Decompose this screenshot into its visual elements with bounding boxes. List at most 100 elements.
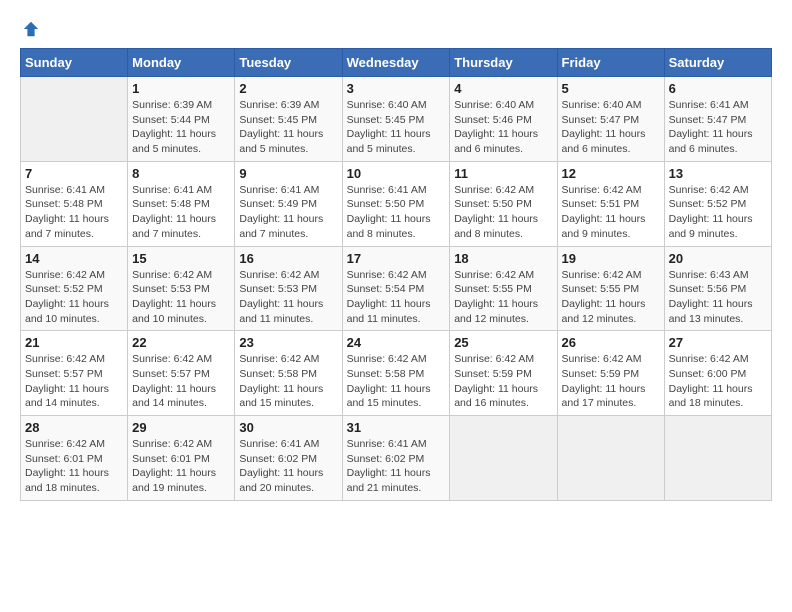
day-number: 9 <box>239 166 337 181</box>
day-info: Sunrise: 6:42 AMSunset: 5:59 PMDaylight:… <box>454 352 552 411</box>
calendar-cell: 29Sunrise: 6:42 AMSunset: 6:01 PMDayligh… <box>128 416 235 501</box>
calendar-cell: 30 Sunrise: 6:41 AMSunset: 6:02 PMDayligh… <box>235 416 342 501</box>
day-number: 4 <box>454 81 552 96</box>
calendar-cell: 14 Sunrise: 6:42 AMSunset: 5:52 PMDayligh… <box>21 246 128 331</box>
day-header-sunday: Sunday <box>21 49 128 77</box>
calendar-cell: 4 Sunrise: 6:40 AMSunset: 5:46 PMDaylight… <box>450 77 557 162</box>
calendar-cell: 23 Sunrise: 6:42 AMSunset: 5:58 PMDayligh… <box>235 331 342 416</box>
day-number: 20 <box>669 251 767 266</box>
day-info: Sunrise: 6:41 AMSunset: 5:50 PMDaylight:… <box>347 183 446 242</box>
day-info: Sunrise: 6:42 AMSunset: 6:01 PMDaylight:… <box>25 437 123 496</box>
logo-icon <box>22 20 40 38</box>
calendar-cell: 22Sunrise: 6:42 AMSunset: 5:57 PMDayligh… <box>128 331 235 416</box>
day-number: 17 <box>347 251 446 266</box>
day-header-friday: Friday <box>557 49 664 77</box>
day-number: 18 <box>454 251 552 266</box>
calendar-table: SundayMondayTuesdayWednesdayThursdayFrid… <box>20 48 772 501</box>
day-info: Sunrise: 6:42 AMSunset: 5:58 PMDaylight:… <box>239 352 337 411</box>
day-info: Sunrise: 6:41 AMSunset: 6:02 PMDaylight:… <box>239 437 337 496</box>
calendar-cell: 11 Sunrise: 6:42 AMSunset: 5:50 PMDayligh… <box>450 161 557 246</box>
calendar-cell: 17 Sunrise: 6:42 AMSunset: 5:54 PMDayligh… <box>342 246 450 331</box>
day-info: Sunrise: 6:40 AMSunset: 5:46 PMDaylight:… <box>454 98 552 157</box>
calendar-cell: 1 Sunrise: 6:39 AMSunset: 5:44 PMDaylight… <box>128 77 235 162</box>
day-info: Sunrise: 6:41 AMSunset: 5:48 PMDaylight:… <box>132 183 230 242</box>
day-number: 1 <box>132 81 230 96</box>
day-number: 6 <box>669 81 767 96</box>
day-info: Sunrise: 6:39 AMSunset: 5:44 PMDaylight:… <box>132 98 230 157</box>
day-info: Sunrise: 6:41 AMSunset: 5:48 PMDaylight:… <box>25 183 123 242</box>
calendar-cell: 10 Sunrise: 6:41 AMSunset: 5:50 PMDayligh… <box>342 161 450 246</box>
day-number: 15 <box>132 251 230 266</box>
day-info: Sunrise: 6:42 AMSunset: 5:51 PMDaylight:… <box>562 183 660 242</box>
day-info: Sunrise: 6:41 AMSunset: 6:02 PMDaylight:… <box>347 437 446 496</box>
logo <box>20 20 40 38</box>
calendar-cell: 9Sunrise: 6:41 AMSunset: 5:49 PMDaylight… <box>235 161 342 246</box>
day-header-saturday: Saturday <box>664 49 771 77</box>
calendar-cell <box>450 416 557 501</box>
calendar-week-row: 7 Sunrise: 6:41 AMSunset: 5:48 PMDaylight… <box>21 161 772 246</box>
day-header-tuesday: Tuesday <box>235 49 342 77</box>
day-number: 24 <box>347 335 446 350</box>
day-number: 25 <box>454 335 552 350</box>
calendar-week-row: 28 Sunrise: 6:42 AMSunset: 6:01 PMDayligh… <box>21 416 772 501</box>
day-info: Sunrise: 6:39 AMSunset: 5:45 PMDaylight:… <box>239 98 337 157</box>
day-info: Sunrise: 6:42 AMSunset: 5:52 PMDaylight:… <box>25 268 123 327</box>
day-number: 10 <box>347 166 446 181</box>
day-number: 16 <box>239 251 337 266</box>
calendar-cell: 16Sunrise: 6:42 AMSunset: 5:53 PMDayligh… <box>235 246 342 331</box>
calendar-cell: 25 Sunrise: 6:42 AMSunset: 5:59 PMDayligh… <box>450 331 557 416</box>
day-info: Sunrise: 6:42 AMSunset: 5:55 PMDaylight:… <box>454 268 552 327</box>
day-header-thursday: Thursday <box>450 49 557 77</box>
day-info: Sunrise: 6:42 AMSunset: 5:50 PMDaylight:… <box>454 183 552 242</box>
calendar-week-row: 14 Sunrise: 6:42 AMSunset: 5:52 PMDayligh… <box>21 246 772 331</box>
day-number: 5 <box>562 81 660 96</box>
page-header <box>20 20 772 38</box>
calendar-cell: 12Sunrise: 6:42 AMSunset: 5:51 PMDayligh… <box>557 161 664 246</box>
day-info: Sunrise: 6:42 AMSunset: 5:58 PMDaylight:… <box>347 352 446 411</box>
day-header-wednesday: Wednesday <box>342 49 450 77</box>
day-info: Sunrise: 6:42 AMSunset: 5:52 PMDaylight:… <box>669 183 767 242</box>
day-number: 8 <box>132 166 230 181</box>
calendar-cell: 20 Sunrise: 6:43 AMSunset: 5:56 PMDayligh… <box>664 246 771 331</box>
calendar-cell: 8 Sunrise: 6:41 AMSunset: 5:48 PMDaylight… <box>128 161 235 246</box>
day-header-monday: Monday <box>128 49 235 77</box>
day-info: Sunrise: 6:42 AMSunset: 6:00 PMDaylight:… <box>669 352 767 411</box>
day-number: 11 <box>454 166 552 181</box>
calendar-cell: 7 Sunrise: 6:41 AMSunset: 5:48 PMDaylight… <box>21 161 128 246</box>
calendar-cell: 28 Sunrise: 6:42 AMSunset: 6:01 PMDayligh… <box>21 416 128 501</box>
day-info: Sunrise: 6:40 AMSunset: 5:47 PMDaylight:… <box>562 98 660 157</box>
day-number: 31 <box>347 420 446 435</box>
calendar-header-row: SundayMondayTuesdayWednesdayThursdayFrid… <box>21 49 772 77</box>
calendar-cell: 19 Sunrise: 6:42 AMSunset: 5:55 PMDayligh… <box>557 246 664 331</box>
day-number: 27 <box>669 335 767 350</box>
day-number: 3 <box>347 81 446 96</box>
day-info: Sunrise: 6:42 AMSunset: 5:57 PMDaylight:… <box>25 352 123 411</box>
calendar-week-row: 1 Sunrise: 6:39 AMSunset: 5:44 PMDaylight… <box>21 77 772 162</box>
calendar-cell: 5 Sunrise: 6:40 AMSunset: 5:47 PMDaylight… <box>557 77 664 162</box>
calendar-cell: 15 Sunrise: 6:42 AMSunset: 5:53 PMDayligh… <box>128 246 235 331</box>
calendar-cell: 24 Sunrise: 6:42 AMSunset: 5:58 PMDayligh… <box>342 331 450 416</box>
day-info: Sunrise: 6:41 AMSunset: 5:47 PMDaylight:… <box>669 98 767 157</box>
day-info: Sunrise: 6:42 AMSunset: 5:54 PMDaylight:… <box>347 268 446 327</box>
day-number: 30 <box>239 420 337 435</box>
calendar-cell: 6 Sunrise: 6:41 AMSunset: 5:47 PMDaylight… <box>664 77 771 162</box>
day-info: Sunrise: 6:42 AMSunset: 5:55 PMDaylight:… <box>562 268 660 327</box>
calendar-cell: 31 Sunrise: 6:41 AMSunset: 6:02 PMDayligh… <box>342 416 450 501</box>
day-number: 23 <box>239 335 337 350</box>
day-info: Sunrise: 6:42 AMSunset: 5:53 PMDaylight:… <box>132 268 230 327</box>
day-number: 26 <box>562 335 660 350</box>
calendar-week-row: 21 Sunrise: 6:42 AMSunset: 5:57 PMDayligh… <box>21 331 772 416</box>
calendar-cell <box>21 77 128 162</box>
day-info: Sunrise: 6:43 AMSunset: 5:56 PMDaylight:… <box>669 268 767 327</box>
day-number: 7 <box>25 166 123 181</box>
day-info: Sunrise: 6:42 AMSunset: 5:59 PMDaylight:… <box>562 352 660 411</box>
day-number: 14 <box>25 251 123 266</box>
calendar-cell: 26 Sunrise: 6:42 AMSunset: 5:59 PMDayligh… <box>557 331 664 416</box>
calendar-body: 1 Sunrise: 6:39 AMSunset: 5:44 PMDaylight… <box>21 77 772 501</box>
calendar-cell <box>557 416 664 501</box>
day-number: 19 <box>562 251 660 266</box>
day-number: 21 <box>25 335 123 350</box>
calendar-cell: 3 Sunrise: 6:40 AMSunset: 5:45 PMDaylight… <box>342 77 450 162</box>
day-info: Sunrise: 6:40 AMSunset: 5:45 PMDaylight:… <box>347 98 446 157</box>
day-number: 28 <box>25 420 123 435</box>
